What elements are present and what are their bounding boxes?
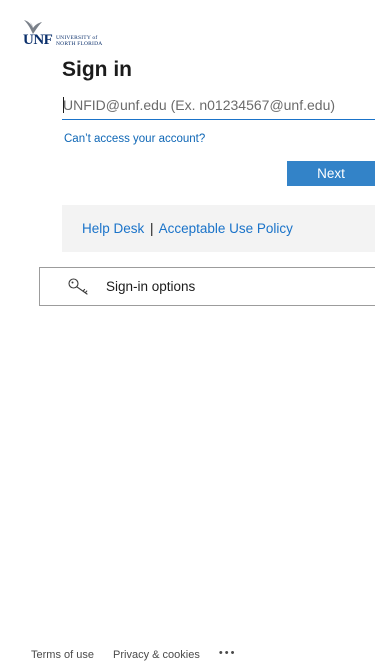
acceptable-use-policy-link[interactable]: Acceptable Use Policy (159, 221, 293, 236)
logo-abbrev: UNF (23, 32, 53, 48)
cant-access-account-link[interactable]: Can’t access your account? (64, 133, 205, 145)
unf-logo: UNF UNIVERSITY of NORTH FLORIDA (22, 18, 132, 50)
privacy-cookies-link[interactable]: Privacy & cookies (113, 649, 200, 661)
help-panel: Help Desk | Acceptable Use Policy (62, 205, 375, 252)
logo-line-2: NORTH FLORIDA (56, 41, 103, 47)
email-input[interactable] (62, 90, 375, 120)
terms-of-use-link[interactable]: Terms of use (31, 649, 94, 661)
help-links: Help Desk | Acceptable Use Policy (82, 221, 293, 236)
sign-in-page: UNF UNIVERSITY of NORTH FLORIDA Sign in … (0, 0, 375, 667)
footer: Terms of use Privacy & cookies ••• (31, 647, 237, 661)
logo-wordmark: UNIVERSITY of NORTH FLORIDA (56, 35, 102, 47)
page-title: Sign in (62, 58, 132, 81)
next-button[interactable]: Next (287, 161, 375, 186)
text-caret (63, 97, 64, 113)
sign-in-options-label: Sign-in options (106, 279, 196, 294)
more-options-icon[interactable]: ••• (219, 647, 237, 659)
key-icon (68, 278, 88, 295)
help-desk-link[interactable]: Help Desk (82, 221, 144, 236)
help-separator: | (150, 221, 154, 236)
sign-in-options-button[interactable]: Sign-in options (39, 267, 375, 306)
